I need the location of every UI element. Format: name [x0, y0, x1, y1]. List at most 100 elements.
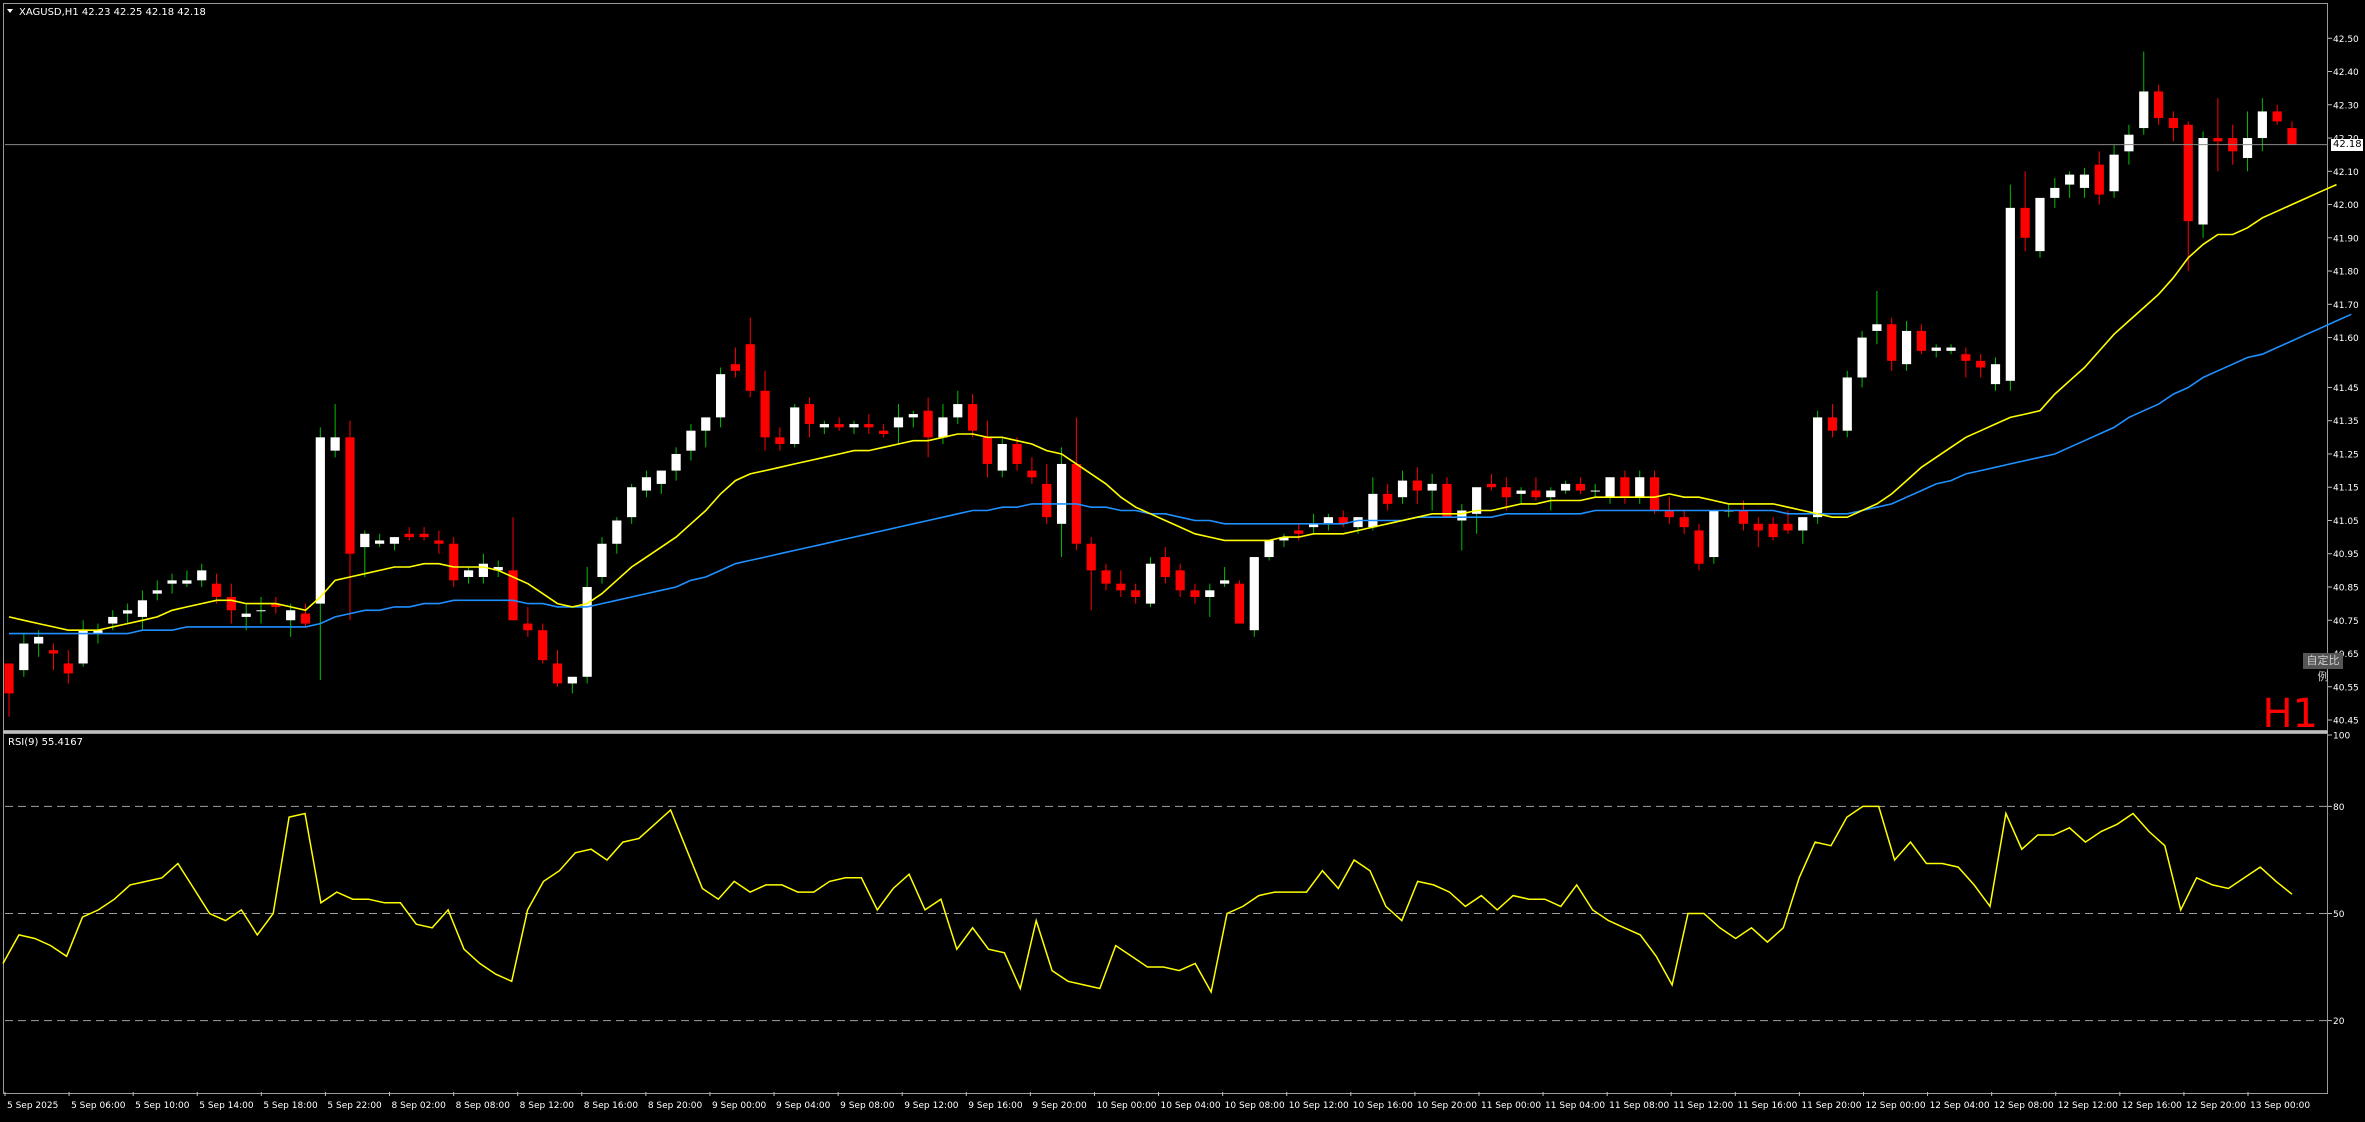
candle-body-bull	[256, 610, 266, 612]
time-tick-label: 9 Sep 08:00	[840, 1101, 895, 1111]
time-tick-label: 8 Sep 20:00	[648, 1101, 703, 1111]
price-tick-label: 42.10	[2333, 168, 2359, 178]
current-price-value: 42.18	[2333, 138, 2362, 150]
time-tick-label: 5 Sep 10:00	[135, 1101, 190, 1111]
timeframe-label: H1	[2262, 691, 2318, 737]
time-tick-label: 10 Sep 12:00	[1289, 1101, 1349, 1111]
candle-body-bear	[730, 364, 741, 371]
price-tick-label: 40.75	[2333, 617, 2359, 627]
current-price-tag: 42.18	[2331, 138, 2363, 151]
candle-body-bull	[1635, 477, 1645, 498]
candle-body-bull	[108, 616, 118, 624]
candle-body-bull	[1590, 490, 1600, 492]
candle-body-bull	[938, 417, 948, 438]
time-tick-label: 5 Sep 18:00	[263, 1101, 318, 1111]
candle-body-bear	[1976, 360, 1986, 368]
candle-body-bear	[1442, 483, 1452, 518]
candle-body-bull	[2109, 154, 2119, 192]
candle-body-bull	[715, 374, 726, 418]
candle-body-bull	[78, 630, 88, 664]
time-axis: 5 Sep 2025 5 Sep 06:00 5 Sep 10:00 5 Sep 14…	[4, 1092, 2310, 1111]
time-tick-label: 9 Sep 16:00	[968, 1101, 1023, 1111]
candle-body-bull	[671, 453, 681, 471]
chart-canvas[interactable]: 42.5042.4042.3042.2042.1042.0041.9041.80…	[0, 0, 2365, 1118]
candle-body-bear	[1753, 523, 1763, 531]
candle-body-bull	[1546, 490, 1556, 498]
price-tick-label: 41.70	[2333, 301, 2359, 311]
candle-body-bull	[34, 636, 44, 644]
candles-layer	[4, 51, 2297, 717]
rsi-tick-label: 50	[2333, 910, 2345, 920]
candle-body-bull	[360, 533, 370, 548]
candle-body-bear	[775, 437, 785, 444]
candle-body-bear	[1190, 590, 1200, 597]
chart-window[interactable]: 42.5042.4042.3042.2042.1042.0041.9041.80…	[0, 0, 2365, 1118]
candle-body-bull	[1264, 540, 1274, 558]
candle-body-bear	[2287, 128, 2297, 145]
candle-body-bull	[893, 417, 904, 428]
candle-body-bull	[478, 563, 488, 578]
price-tick-label: 41.80	[2333, 268, 2359, 278]
candle-body-bull	[819, 424, 829, 428]
candle-body-bear	[1175, 570, 1185, 591]
candle-body-bull	[123, 610, 133, 614]
candle-body-bull	[582, 586, 592, 677]
candle-body-bull	[1901, 330, 1912, 365]
candle-body-bear	[760, 390, 770, 438]
time-tick-label: 8 Sep 02:00	[392, 1101, 447, 1111]
candle-body-bull	[1427, 483, 1437, 491]
price-tick-label: 40.85	[2333, 583, 2359, 593]
candle-body-bear	[1042, 483, 1052, 518]
candle-body-bear	[449, 543, 459, 581]
price-tick-label: 40.95	[2333, 550, 2359, 560]
time-tick-label: 12 Sep 16:00	[2122, 1101, 2182, 1111]
candle-body-bull	[790, 407, 800, 444]
candle-body-bull	[167, 580, 177, 584]
price-tick-label: 41.15	[2333, 484, 2359, 494]
candle-body-bull	[627, 487, 637, 518]
candle-body-bull	[463, 570, 474, 578]
rsi-line	[2, 805, 2293, 995]
candle-body-bear	[345, 437, 355, 554]
time-tick-label: 11 Sep 16:00	[1737, 1101, 1797, 1111]
candle-body-bear	[1916, 330, 1926, 351]
time-tick-label: 9 Sep 20:00	[1032, 1101, 1087, 1111]
candle-body-bull	[1946, 347, 1956, 351]
candle-body-bull	[656, 470, 666, 484]
candle-body-bear	[1086, 543, 1096, 571]
time-tick-label: 12 Sep 04:00	[1930, 1101, 1990, 1111]
price-tick-label: 41.45	[2333, 384, 2359, 394]
candle-body-bear	[2213, 138, 2223, 142]
candle-body-bull	[1220, 580, 1230, 584]
candle-body-bull	[182, 580, 192, 584]
symbol-header: XAGUSD,H1 42.23 42.25 42.18 42.18	[19, 7, 206, 18]
candle-body-bear	[1664, 510, 1674, 518]
candle-body-bull	[375, 540, 385, 544]
rsi-tick-label: 80	[2333, 803, 2345, 813]
price-axis: 42.5042.4042.3042.2042.1042.0041.9041.80…	[2328, 35, 2359, 1027]
candle-body-bull	[2198, 138, 2208, 225]
candle-body-bear	[2020, 207, 2030, 238]
candle-body-bear	[1027, 470, 1037, 478]
time-tick-label: 12 Sep 12:00	[2058, 1101, 2118, 1111]
time-tick-label: 10 Sep 08:00	[1225, 1101, 1285, 1111]
candle-body-bull	[286, 610, 296, 621]
candle-body-bear	[1575, 483, 1586, 491]
time-tick-label: 12 Sep 00:00	[1865, 1101, 1925, 1111]
candle-body-bull	[2242, 138, 2253, 158]
candle-body-bear	[879, 430, 889, 435]
candle-body-bull	[686, 430, 696, 451]
candle-body-bear	[48, 650, 59, 654]
candle-body-bull	[1323, 517, 1333, 524]
rsi-tick-label: 100	[2333, 732, 2350, 742]
candle-body-bear	[1827, 417, 1838, 431]
candle-body-bull	[19, 643, 29, 671]
candle-body-bear	[1383, 493, 1393, 504]
triangle-down-icon[interactable]	[7, 9, 13, 13]
candle-body-bull	[567, 676, 577, 684]
candle-body-bear	[2153, 91, 2164, 119]
candle-body-bull	[701, 417, 711, 431]
candle-body-bull	[1605, 477, 1615, 498]
ma-fast-line	[8, 183, 2337, 632]
candle-body-bull	[2065, 174, 2075, 185]
